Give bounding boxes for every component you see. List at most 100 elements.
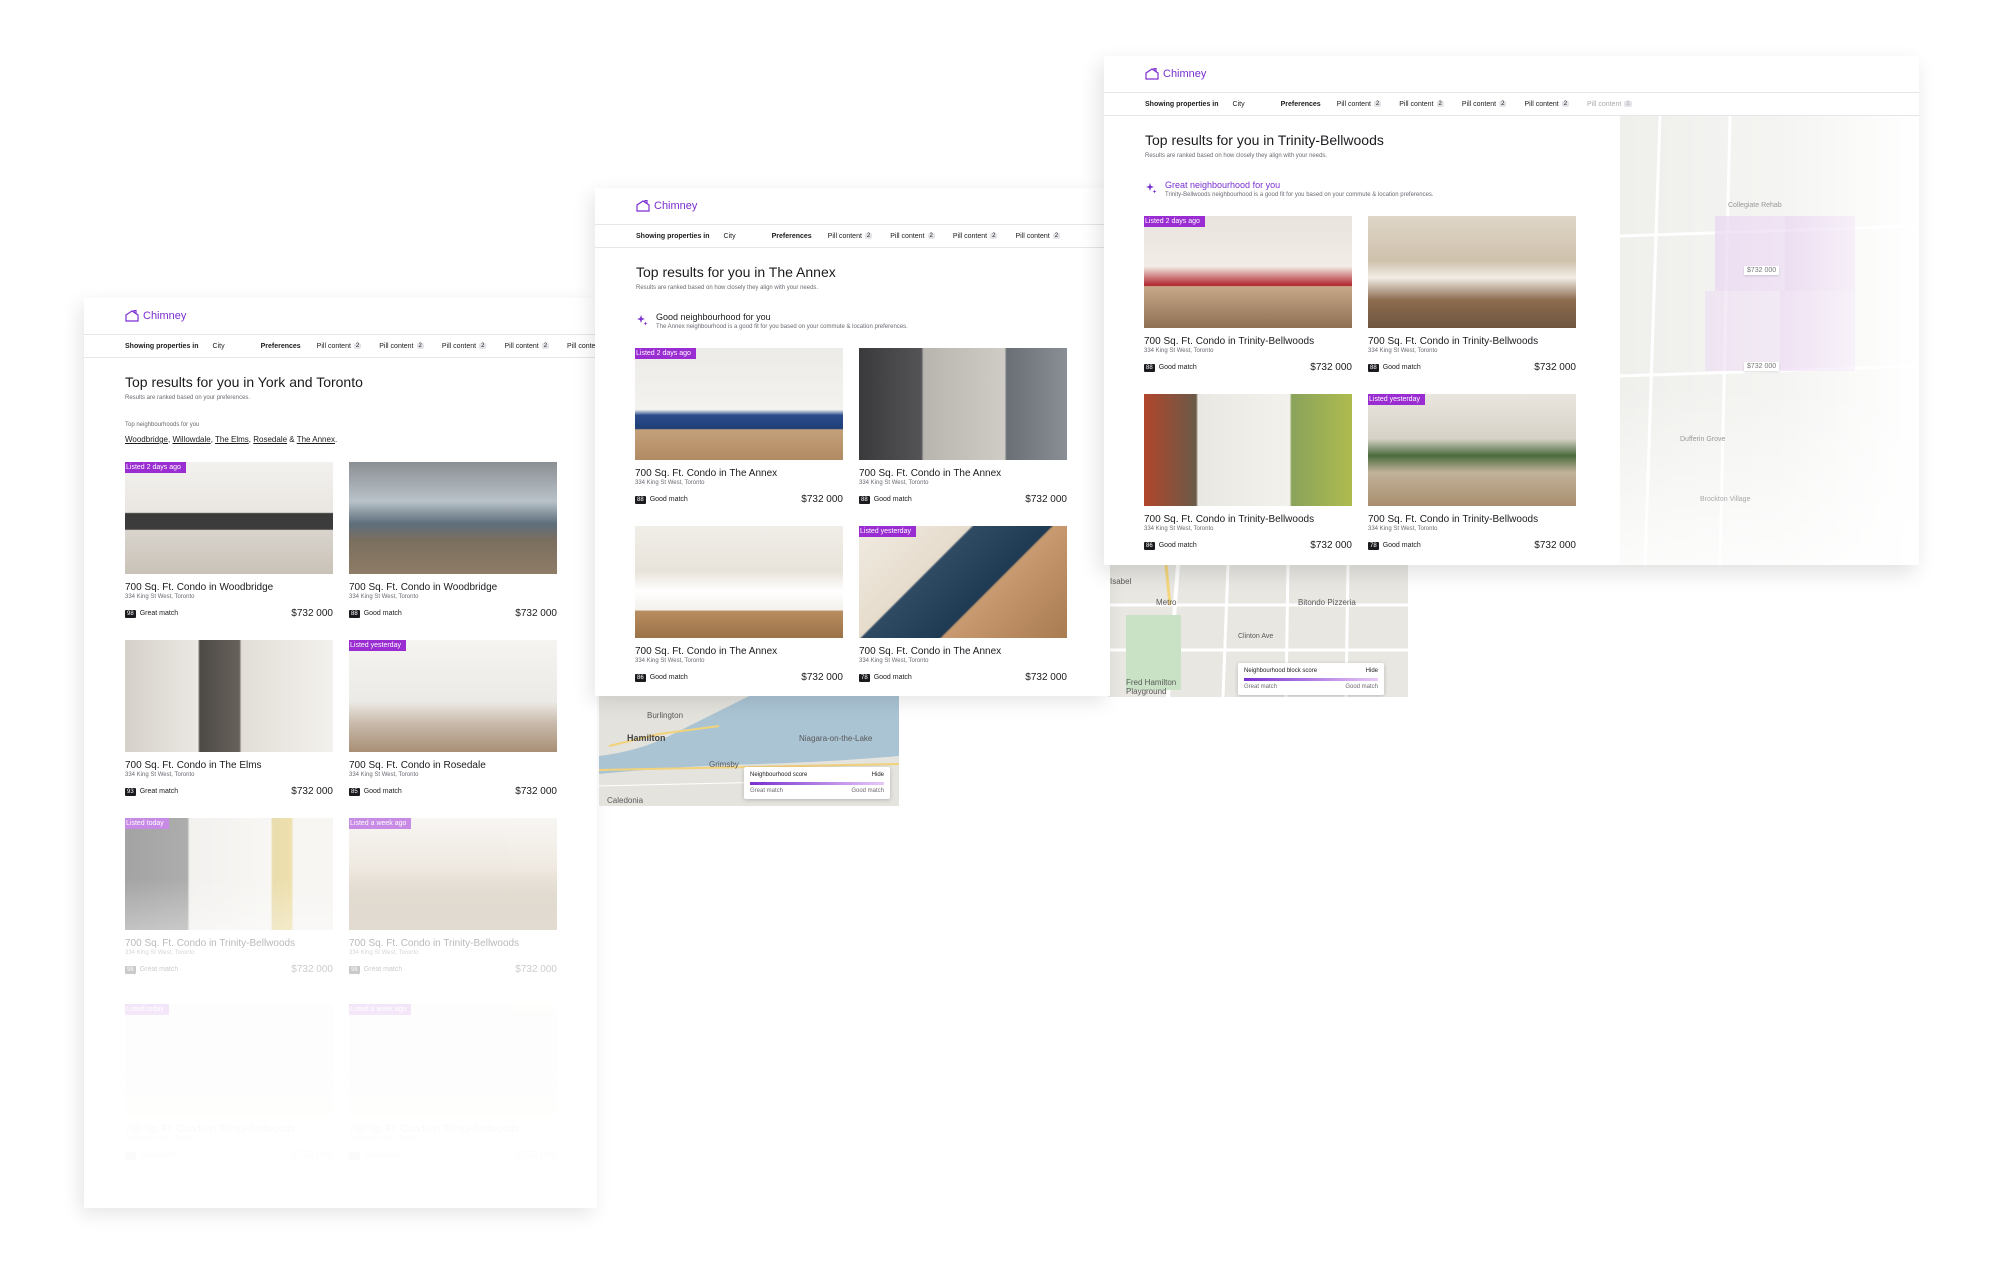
filter-pill[interactable]: Pill content 2 xyxy=(442,343,487,350)
listing-card[interactable]: 700 Sq. Ft. Condo in Woodbridge 334 King… xyxy=(349,462,557,619)
filter-pill[interactable]: Pill content 2 xyxy=(953,233,998,240)
listing-card[interactable]: Listed today 700 Sq. Ft. Condo in Trinit… xyxy=(125,818,333,975)
listing-title[interactable]: 700 Sq. Ft. Condo in Trinity-Bellwoods xyxy=(1368,514,1576,525)
match-score: 85 Good match xyxy=(349,787,402,796)
listing-card[interactable]: 700 Sq. Ft. Condo in Trinity-Bellwoods 3… xyxy=(1144,394,1352,551)
listing-title[interactable]: 700 Sq. Ft. Condo in Trinity-Bellwoods xyxy=(125,938,333,949)
listing-card[interactable]: Listed yesterday 700 Sq. Ft. Condo in Th… xyxy=(859,526,1067,683)
price-pin[interactable]: $732 000 xyxy=(1744,266,1780,275)
listing-card[interactable]: 700 Sq. Ft. Condo in The Annex 334 King … xyxy=(635,526,843,683)
neighbourhood-link[interactable]: The Elms xyxy=(215,435,249,444)
listing-card[interactable]: Listed yesterday 700 Sq. Ft. Condo in Tr… xyxy=(1368,394,1576,551)
listing-title[interactable]: 700 Sq. Ft. Condo in Woodbridge xyxy=(125,582,333,593)
listed-badge: Listed today xyxy=(125,818,169,829)
filter-pill[interactable]: Pill content xyxy=(567,343,597,350)
chimney-logo[interactable]: Chimney xyxy=(1145,68,1206,80)
listing-photo[interactable]: Listed yesterday xyxy=(349,640,557,752)
listing-card[interactable]: 700 Sq. Ft. Condo in The Elms 334 King S… xyxy=(125,640,333,797)
listing-card[interactable]: Listed a week ago 700 Sq. Ft. Condo in T… xyxy=(349,1004,557,1161)
map-label: Clinton Ave xyxy=(1238,633,1274,640)
filter-pill[interactable]: Pill content 2 xyxy=(317,343,362,350)
map-side-panel[interactable]: Collegiate Rehab Dufferin Grove Brockton… xyxy=(1620,116,1919,565)
listing-photo[interactable] xyxy=(1368,216,1576,328)
listing-title[interactable]: 700 Sq. Ft. Condo in The Annex xyxy=(859,468,1067,479)
neighbourhood-link[interactable]: Woodbridge xyxy=(125,435,168,444)
listing-card[interactable]: Listed today 700 Sq. Ft. Condo in Trinit… xyxy=(125,1004,333,1161)
listing-title[interactable]: 700 Sq. Ft. Condo in Trinity-Bellwoods xyxy=(125,1124,333,1135)
legend-gradient xyxy=(1244,678,1378,681)
chimney-logo[interactable]: Chimney xyxy=(636,200,697,212)
listing-card[interactable]: 700 Sq. Ft. Condo in The Annex 334 King … xyxy=(859,348,1067,505)
listing-title[interactable]: 700 Sq. Ft. Condo in Trinity-Bellwoods xyxy=(349,1124,557,1135)
listing-card[interactable]: Listed 2 days ago 700 Sq. Ft. Condo in W… xyxy=(125,462,333,619)
preferences-button[interactable]: Preferences xyxy=(772,233,812,240)
preferences-button[interactable]: Preferences xyxy=(1281,101,1321,108)
listing-card[interactable]: Listed a week ago 700 Sq. Ft. Condo in T… xyxy=(349,818,557,975)
listing-title[interactable]: 700 Sq. Ft. Condo in Trinity-Bellwoods xyxy=(1144,336,1352,347)
listing-photo[interactable]: Listed a week ago xyxy=(349,1004,557,1116)
listing-photo[interactable] xyxy=(859,348,1067,460)
score-badge: 98 xyxy=(125,609,136,618)
listing-photo[interactable] xyxy=(635,526,843,638)
listing-title[interactable]: 700 Sq. Ft. Condo in The Elms xyxy=(125,760,333,771)
neighbourhood-callout: Good neighbourhood for you The Annex nei… xyxy=(636,312,908,330)
listing-photo[interactable]: Listed yesterday xyxy=(1368,394,1576,506)
filter-pill[interactable]: Pill content 2 xyxy=(1524,101,1570,108)
neighbourhood-link[interactable]: Rosedale xyxy=(253,435,287,444)
neighbourhood-link[interactable]: Willowdale xyxy=(172,435,210,444)
listing-price: $732 000 xyxy=(1534,540,1576,551)
price-pin[interactable]: $732 000 xyxy=(1744,362,1780,371)
listing-card[interactable]: 700 Sq. Ft. Condo in Trinity-Bellwoods 3… xyxy=(1368,216,1576,373)
listing-title[interactable]: 700 Sq. Ft. Condo in The Annex xyxy=(859,646,1067,657)
listing-photo[interactable]: Listed today xyxy=(125,818,333,930)
listing-photo[interactable] xyxy=(125,640,333,752)
city-select[interactable]: City xyxy=(724,233,736,240)
filter-pill[interactable]: Pill content 2 xyxy=(504,343,550,350)
filter-pill[interactable]: Pill content 2 xyxy=(1399,101,1444,108)
match-score: 78 Good match xyxy=(1368,541,1421,550)
listing-photo[interactable] xyxy=(349,462,557,574)
listing-address: 334 King St West, Toronto xyxy=(1144,348,1214,354)
listing-address: 334 King St West, Toronto xyxy=(859,658,929,664)
listed-badge: Listed 2 days ago xyxy=(125,462,186,473)
chimney-logo[interactable]: Chimney xyxy=(125,310,186,322)
listing-title[interactable]: 700 Sq. Ft. Condo in Trinity-Bellwoods xyxy=(349,938,557,949)
map-label: Hamilton xyxy=(627,733,666,743)
listing-title[interactable]: 700 Sq. Ft. Condo in Trinity-Bellwoods xyxy=(1368,336,1576,347)
map-region-trinity[interactable]: Isabel Metro Bitondo Pizzeria Fred Hamil… xyxy=(1108,565,1408,697)
listing-card[interactable]: Listed yesterday 700 Sq. Ft. Condo in Ro… xyxy=(349,640,557,797)
preferences-button[interactable]: Preferences xyxy=(261,343,301,350)
filter-pill[interactable]: Pill content 2 xyxy=(1015,233,1061,240)
listing-title[interactable]: 700 Sq. Ft. Condo in Woodbridge xyxy=(349,582,557,593)
neighbourhood-link[interactable]: The Annex xyxy=(297,435,335,444)
filter-pill[interactable]: Pill content 2 xyxy=(890,233,935,240)
city-select[interactable]: City xyxy=(1233,101,1245,108)
listing-photo[interactable] xyxy=(1144,394,1352,506)
listing-card[interactable]: Listed 2 days ago 700 Sq. Ft. Condo in T… xyxy=(1144,216,1352,373)
filter-pill[interactable]: Pill content 2 xyxy=(1587,101,1632,108)
listing-photo[interactable]: Listed 2 days ago xyxy=(1144,216,1352,328)
match-label: Good match xyxy=(363,788,402,795)
filter-pill[interactable]: Pill content 2 xyxy=(828,233,873,240)
map-region-hamilton[interactable]: Burlington Hamilton Grimsby Niagara-on-t… xyxy=(599,696,899,806)
hide-legend-button[interactable]: Hide xyxy=(1366,668,1378,674)
listing-photo[interactable]: Listed yesterday xyxy=(859,526,1067,638)
listing-card[interactable]: Listed 2 days ago 700 Sq. Ft. Condo in T… xyxy=(635,348,843,505)
listing-photo[interactable]: Listed 2 days ago xyxy=(635,348,843,460)
hide-legend-button[interactable]: Hide xyxy=(872,772,884,778)
callout-description: Trinity-Bellwoods neighbourhood is a goo… xyxy=(1165,192,1434,198)
filter-pill[interactable]: Pill content 2 xyxy=(379,343,424,350)
listing-title[interactable]: 700 Sq. Ft. Condo in The Annex xyxy=(635,646,843,657)
filter-pill[interactable]: Pill content 2 xyxy=(1337,101,1382,108)
listing-photo[interactable]: Listed today xyxy=(125,1004,333,1116)
filter-pill[interactable]: Pill content 2 xyxy=(1462,101,1507,108)
top-neighbourhoods-list: Woodbridge, Willowdale, The Elms, Roseda… xyxy=(125,435,338,444)
listed-badge: Listed 2 days ago xyxy=(1144,216,1205,227)
listing-photo[interactable]: Listed a week ago xyxy=(349,818,557,930)
listing-photo[interactable]: Listed 2 days ago xyxy=(125,462,333,574)
listing-title[interactable]: 700 Sq. Ft. Condo in Trinity-Bellwoods xyxy=(1144,514,1352,525)
listing-title[interactable]: 700 Sq. Ft. Condo in The Annex xyxy=(635,468,843,479)
city-select[interactable]: City xyxy=(213,343,225,350)
listing-address: 334 King St West, Toronto xyxy=(125,772,195,778)
listing-title[interactable]: 700 Sq. Ft. Condo in Rosedale xyxy=(349,760,557,771)
